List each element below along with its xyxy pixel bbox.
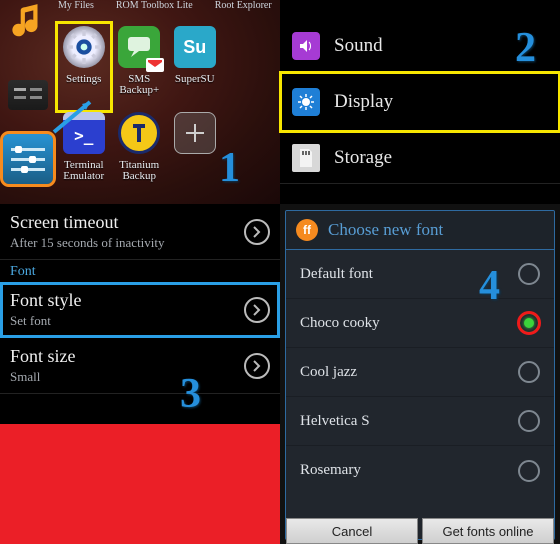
step-2-label: 2	[515, 24, 536, 72]
font-rosemary[interactable]: Rosemary	[286, 446, 554, 495]
side-widgets	[0, 0, 54, 200]
display-icon	[292, 88, 320, 116]
app-label: Settings	[66, 74, 101, 85]
step-1-label: 1	[219, 144, 240, 192]
font-icon: ff	[296, 219, 318, 241]
plus-icon	[174, 112, 216, 154]
terminal-icon: >_	[63, 112, 105, 154]
titanium-icon	[118, 112, 160, 154]
dialog-title: Choose new font	[328, 220, 443, 240]
settings-label: Storage	[334, 147, 392, 169]
step-4-label: 4	[479, 262, 500, 310]
radio-icon	[518, 361, 540, 383]
settings-label: Display	[334, 91, 393, 113]
app-label: SMS Backup+	[112, 74, 168, 96]
get-fonts-online-button[interactable]: Get fonts online	[422, 518, 554, 544]
red-area	[0, 424, 280, 544]
dialog-choose-font: ff Choose new font Default font Choco co…	[285, 210, 555, 540]
panel-2-settings: Sound Display Storage 2	[280, 0, 560, 204]
app-label: SuperSU	[175, 74, 215, 85]
play-music-icon[interactable]	[6, 2, 48, 44]
app-smsbackup[interactable]: SMS Backup+	[112, 22, 168, 112]
font-cooljazz[interactable]: Cool jazz	[286, 348, 554, 397]
app-label: Titanium Backup	[112, 160, 168, 182]
sms-icon	[118, 26, 160, 68]
dialog-header: ff Choose new font	[286, 211, 554, 250]
panel-4-font-dialog: ff Choose new font Default font Choco co…	[280, 204, 560, 544]
app-supersu[interactable]: Su SuperSU	[167, 22, 223, 112]
app-titanium[interactable]: Titanium Backup	[112, 112, 168, 202]
app-terminal[interactable]: >_ Terminal Emulator	[56, 112, 112, 202]
chevron-right-icon	[244, 297, 270, 323]
app-label: Terminal Emulator	[56, 160, 112, 182]
chevron-right-icon	[244, 219, 270, 245]
radio-icon	[518, 263, 540, 285]
equalizer-widget[interactable]	[3, 134, 53, 184]
settings-storage[interactable]: Storage	[280, 132, 560, 184]
font-choco[interactable]: Choco cooky	[286, 299, 554, 348]
font-helvetica[interactable]: Helvetica S	[286, 397, 554, 446]
gear-icon	[63, 26, 105, 68]
app-settings[interactable]: Settings	[56, 22, 112, 112]
dialog-buttons: Cancel Get fonts online	[286, 518, 554, 544]
sound-icon	[292, 32, 320, 60]
panel-1-home: My Files ROM Toolbox Lite Root Explorer …	[0, 0, 280, 204]
cancel-button[interactable]: Cancel	[286, 518, 418, 544]
category-font: Font	[0, 260, 280, 282]
storage-icon	[292, 144, 320, 172]
settings-label: Sound	[334, 35, 383, 57]
app-add[interactable]	[167, 112, 223, 202]
settings-display[interactable]: Display	[280, 72, 560, 132]
calculator-widget[interactable]	[8, 80, 48, 110]
radio-icon	[518, 410, 540, 432]
radio-icon	[518, 460, 540, 482]
radio-icon	[518, 312, 540, 334]
font-default[interactable]: Default font	[286, 250, 554, 299]
chevron-right-icon	[244, 353, 270, 379]
su-icon: Su	[174, 26, 216, 68]
step-3-label: 3	[180, 370, 201, 418]
panel-3-display-settings: Screen timeoutAfter 15 seconds of inacti…	[0, 204, 280, 544]
row-font-style[interactable]: Font styleSet font	[0, 282, 280, 338]
row-screen-timeout[interactable]: Screen timeoutAfter 15 seconds of inacti…	[0, 204, 280, 260]
row-font-size[interactable]: Font sizeSmall	[0, 338, 280, 394]
